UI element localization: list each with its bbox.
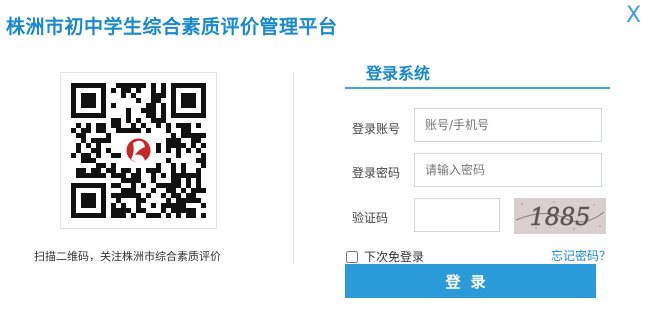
login-button[interactable]: 登录: [345, 264, 596, 298]
page-title: 株洲市初中学生综合素质评价管理平台: [6, 16, 338, 38]
login-title-underline: [345, 87, 610, 89]
divider: [293, 72, 294, 264]
account-label: 登录账号: [352, 122, 401, 136]
qr-code: [60, 72, 217, 229]
close-icon[interactable]: X: [626, 4, 641, 28]
password-input[interactable]: [414, 153, 602, 187]
password-label: 登录密码: [352, 166, 401, 180]
captcha-image[interactable]: 1885: [514, 198, 606, 234]
forgot-password-link[interactable]: 忘记密码？: [551, 247, 611, 264]
captcha-label: 验证码: [352, 211, 389, 225]
login-title: 登录系统: [366, 64, 431, 83]
remember-checkbox-row[interactable]: 下次免登录: [346, 248, 424, 265]
captcha-input[interactable]: [414, 198, 500, 232]
remember-label: 下次免登录: [364, 250, 425, 264]
qr-code-image: [71, 83, 206, 218]
captcha-text: 1885: [529, 203, 590, 231]
remember-checkbox[interactable]: [346, 250, 358, 263]
captcha-svg: 1885: [514, 198, 606, 234]
qr-caption: 扫描二维码，关注株洲市综合素质评价: [34, 250, 221, 263]
account-input[interactable]: [414, 108, 602, 142]
